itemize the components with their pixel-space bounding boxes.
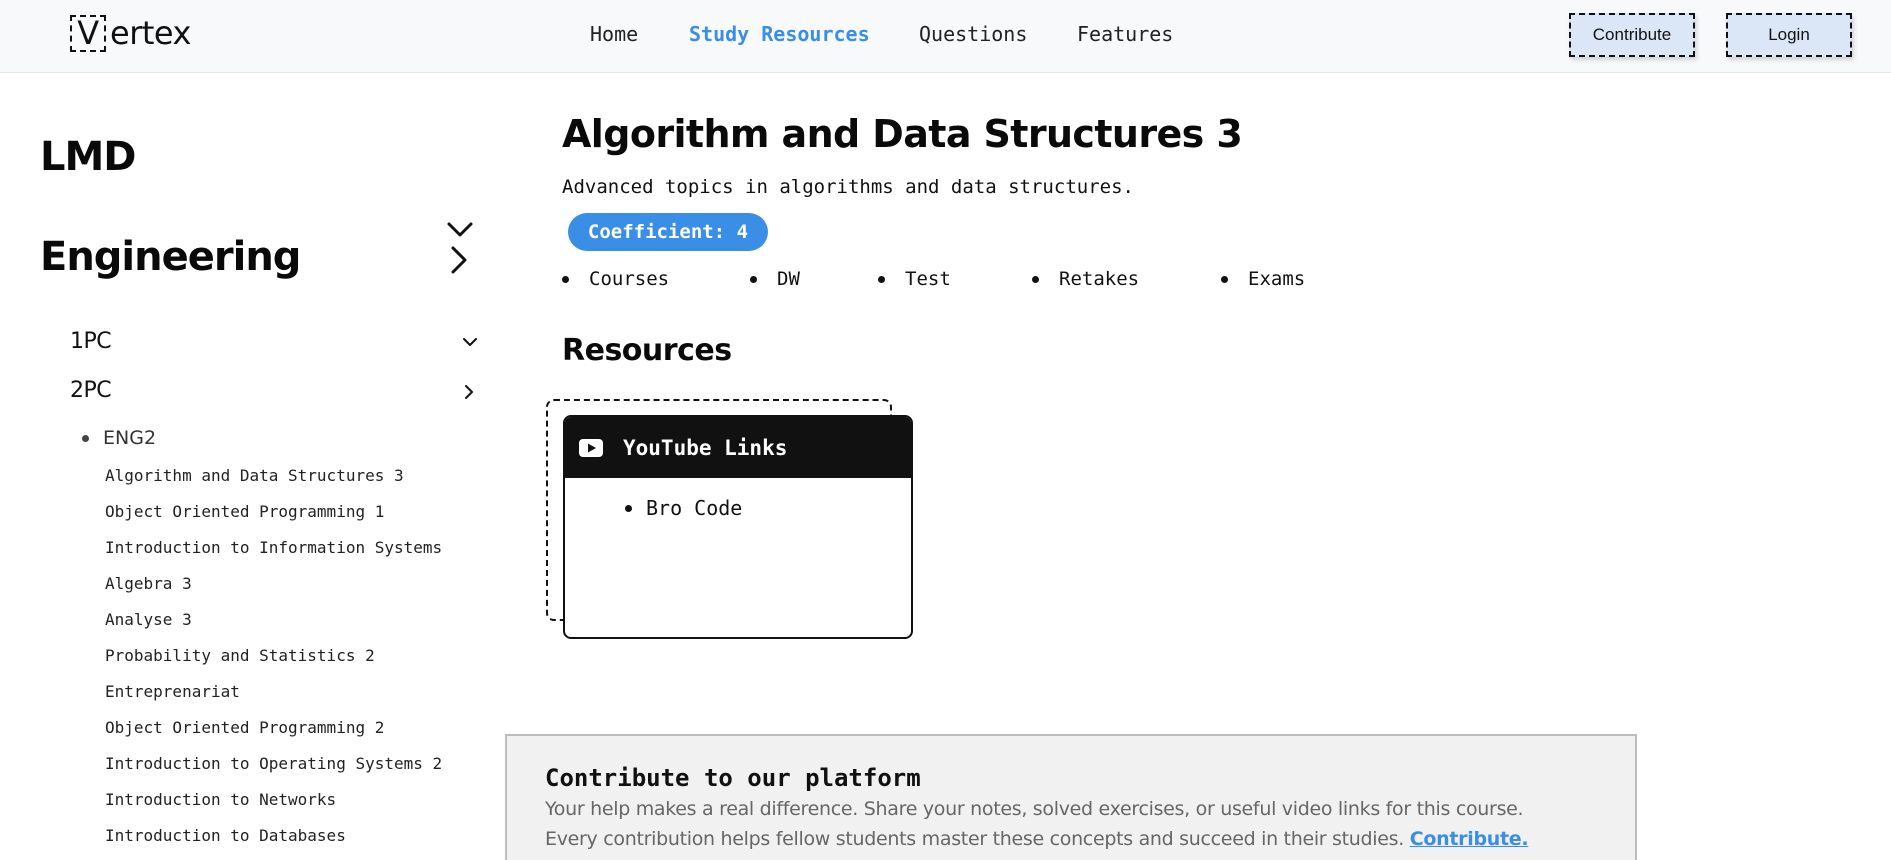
logo-mark: V (70, 14, 106, 52)
sidebar-section-engineering[interactable]: Engineering (40, 234, 301, 280)
tab-test[interactable]: Test (878, 268, 951, 290)
page-title: Algorithm and Data Structures 3 (562, 112, 1243, 156)
contribute-panel: Contribute to our platform Your help mak… (505, 734, 1637, 860)
sidebar: LMD Engineering 1PC 2PC ENG2 Algorithm a… (0, 74, 490, 860)
tab-courses[interactable]: Courses (562, 268, 669, 290)
course-link[interactable]: Analyse 3 (105, 611, 442, 647)
tab-label: Test (905, 268, 951, 290)
nav-features[interactable]: Features (1077, 22, 1173, 46)
youtube-icon (579, 438, 603, 457)
chevron-right-icon[interactable] (465, 385, 474, 399)
course-link[interactable]: Algorithm and Data Structures 3 (105, 467, 442, 503)
tab-label: Exams (1248, 268, 1306, 290)
bullet (878, 275, 885, 283)
tab-dw[interactable]: DW (750, 268, 800, 290)
resource-link-label: Bro Code (646, 496, 743, 520)
tab-label: DW (777, 268, 800, 290)
course-description: Advanced topics in algorithms and data s… (562, 176, 1134, 198)
sidebar-item-1pc[interactable]: 1PC (70, 329, 112, 354)
card-title: YouTube Links (623, 435, 788, 460)
bullet (1032, 275, 1039, 283)
bullet (82, 434, 89, 442)
sidebar-item-2pc[interactable]: 2PC (70, 378, 112, 403)
coefficient-badge: Coefficient: 4 (568, 213, 768, 251)
tab-label: Retakes (1059, 268, 1140, 290)
course-link[interactable]: Introduction to Networks (105, 791, 442, 827)
contribute-text-line: Your help makes a real difference. Share… (545, 798, 1524, 820)
card-body: Bro Code (565, 478, 911, 520)
sidebar-group-eng2[interactable]: ENG2 (82, 427, 156, 449)
course-list: Algorithm and Data Structures 3 Object O… (105, 467, 442, 860)
course-link[interactable]: Introduction to Operating Systems 2 (105, 755, 442, 791)
top-navbar: V ertex Home Study Resources Questions F… (0, 0, 1891, 73)
resources-heading: Resources (562, 333, 732, 368)
card-header: YouTube Links (565, 417, 911, 478)
youtube-links-card: YouTube Links Bro Code (563, 415, 913, 639)
tab-exams[interactable]: Exams (1221, 268, 1305, 290)
contribute-link[interactable]: Contribute. (1410, 828, 1529, 850)
course-link[interactable]: Object Oriented Programming 2 (105, 719, 442, 755)
contribute-panel-title: Contribute to our platform (545, 764, 921, 792)
logo[interactable]: V ertex (70, 14, 191, 52)
nav-study-resources[interactable]: Study Resources (689, 22, 870, 46)
tab-retakes[interactable]: Retakes (1032, 268, 1139, 290)
contribute-button[interactable]: Contribute (1569, 13, 1695, 57)
chevron-right-icon[interactable] (451, 246, 467, 274)
login-button[interactable]: Login (1726, 13, 1852, 57)
contribute-text-line: Every contribution helps fellow students… (545, 824, 1635, 854)
course-link[interactable]: Probability and Statistics 2 (105, 647, 442, 683)
sidebar-section-lmd[interactable]: LMD (40, 134, 136, 180)
chevron-down-icon[interactable] (447, 222, 473, 238)
nav-questions[interactable]: Questions (919, 22, 1027, 46)
logo-text: ertex (110, 14, 191, 52)
contribute-panel-text: Your help makes a real difference. Share… (545, 794, 1635, 854)
bullet (1221, 275, 1228, 283)
bullet (750, 275, 757, 283)
resource-link[interactable]: Bro Code (625, 496, 911, 520)
course-link[interactable]: Introduction to Databases (105, 827, 442, 860)
bullet (562, 275, 569, 283)
bullet (625, 504, 632, 512)
course-link[interactable]: Algebra 3 (105, 575, 442, 611)
course-link[interactable]: Object Oriented Programming 1 (105, 503, 442, 539)
course-link[interactable]: Entreprenariat (105, 683, 442, 719)
course-link[interactable]: Introduction to Information Systems (105, 539, 442, 575)
nav-home[interactable]: Home (590, 22, 638, 46)
tab-label: Courses (589, 268, 670, 290)
sidebar-group-label: ENG2 (103, 427, 157, 449)
contribute-text-part: Every contribution helps fellow students… (545, 828, 1405, 850)
chevron-down-icon[interactable] (463, 338, 477, 347)
